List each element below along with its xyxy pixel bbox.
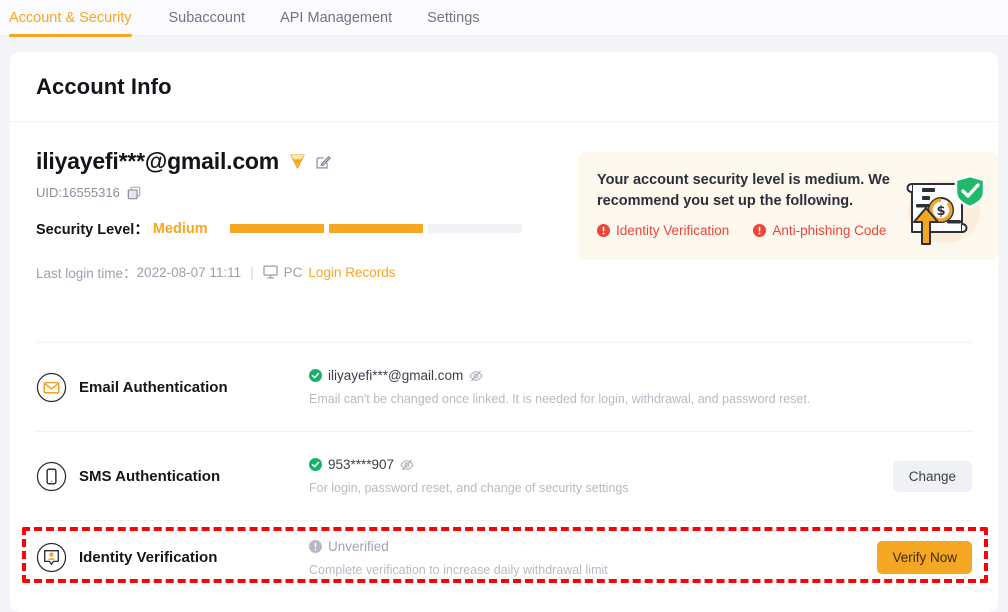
security-bar-1 xyxy=(230,224,324,233)
security-document-shield-illustration: $ xyxy=(900,170,986,248)
tab-subaccount[interactable]: Subaccount xyxy=(169,0,246,36)
vip-diamond-icon xyxy=(288,153,307,170)
email-envelope-icon xyxy=(36,372,67,403)
last-login-row: Last login time： 2022-08-07 11:11 | PC L… xyxy=(36,262,972,282)
tab-api-management[interactable]: API Management xyxy=(280,0,392,36)
id-badge-icon xyxy=(36,542,67,573)
row-value-line: iliyayefi***@gmail.com xyxy=(309,368,972,383)
security-bar-2 xyxy=(329,224,423,233)
row-body: iliyayefi***@gmail.com Email can't be ch… xyxy=(309,368,972,406)
row-value: 953****907 xyxy=(328,457,394,472)
security-level-value: Medium xyxy=(153,221,208,237)
security-level-label: Security Level： xyxy=(36,218,149,239)
link-label: Identity Verification xyxy=(616,223,729,238)
verify-now-button[interactable]: Verify Now xyxy=(877,541,972,574)
tab-account-security[interactable]: Account & Security xyxy=(9,0,132,36)
row-title: Identity Verification xyxy=(79,549,309,566)
warning-icon xyxy=(753,224,766,237)
tab-label: Subaccount xyxy=(169,10,246,26)
row-identity-verification: Identity Verification Unverified Complet… xyxy=(10,521,998,594)
device-type: PC xyxy=(284,265,303,280)
page-title: Account Info xyxy=(36,74,172,100)
gray-info-icon xyxy=(309,540,322,553)
login-records-link[interactable]: Login Records xyxy=(308,265,395,280)
row-title: SMS Authentication xyxy=(79,468,309,485)
account-info-card: Account Info iliyayefi***@gmail.com UID:… xyxy=(10,52,998,612)
recommend-link-anti-phishing-code[interactable]: Anti-phishing Code xyxy=(753,223,886,238)
tab-settings[interactable]: Settings xyxy=(427,0,479,36)
monitor-icon xyxy=(263,265,278,279)
row-value-line: 953****907 xyxy=(309,457,893,472)
eye-slash-icon[interactable] xyxy=(469,370,483,382)
top-tab-bar: Account & Security Subaccount API Manage… xyxy=(0,0,1008,36)
green-check-icon xyxy=(309,369,322,382)
change-sms-button[interactable]: Change xyxy=(893,461,972,492)
row-email-authentication: Email Authentication iliyayefi***@gmail.… xyxy=(10,343,998,431)
phone-icon xyxy=(36,461,67,492)
tab-label: API Management xyxy=(280,10,392,26)
recommend-link-identity-verification[interactable]: Identity Verification xyxy=(597,223,729,238)
row-description: For login, password reset, and change of… xyxy=(309,481,893,495)
row-title: Email Authentication xyxy=(79,379,309,396)
separator: | xyxy=(250,265,254,280)
row-value: Unverified xyxy=(328,539,389,554)
row-body: Unverified Complete verification to incr… xyxy=(309,539,877,577)
card-header: Account Info xyxy=(10,52,998,122)
row-value-line: Unverified xyxy=(309,539,877,554)
edit-pencil-icon[interactable] xyxy=(316,154,331,169)
authentication-rows: Email Authentication iliyayefi***@gmail.… xyxy=(10,342,998,594)
account-email: iliyayefi***@gmail.com xyxy=(36,148,279,175)
warning-icon xyxy=(597,224,610,237)
last-login-label: Last login time： xyxy=(36,262,137,282)
security-recommendation-panel: Your account security level is medium. W… xyxy=(578,152,998,260)
security-level-meter xyxy=(230,224,522,233)
tab-label: Settings xyxy=(427,10,479,26)
copy-icon[interactable] xyxy=(127,186,141,200)
row-sms-authentication: SMS Authentication 953****907 For login,… xyxy=(10,432,998,520)
green-check-icon xyxy=(309,458,322,471)
row-body: 953****907 For login, password reset, an… xyxy=(309,457,893,495)
link-label: Anti-phishing Code xyxy=(772,223,886,238)
svg-text:$: $ xyxy=(936,204,945,219)
row-description: Email can't be changed once linked. It i… xyxy=(309,392,972,406)
recommendation-message: Your account security level is medium. W… xyxy=(597,170,897,212)
account-uid: UID:16555316 xyxy=(36,185,120,200)
eye-slash-icon[interactable] xyxy=(400,459,414,471)
row-description: Complete verification to increase daily … xyxy=(309,563,877,577)
tab-label: Account & Security xyxy=(9,10,132,26)
security-bar-3 xyxy=(428,224,522,233)
row-value: iliyayefi***@gmail.com xyxy=(328,368,463,383)
last-login-time: 2022-08-07 11:11 xyxy=(137,265,242,280)
